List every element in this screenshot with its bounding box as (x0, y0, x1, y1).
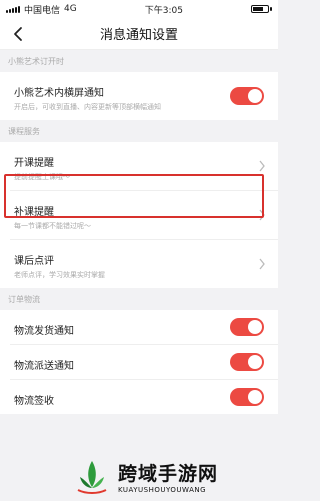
setting-row-makeup-reminder[interactable]: 补课提醒 每一节课都不能错过呢～ (0, 191, 278, 239)
watermark: 跨域手游网 KUAYUSHOUYOUWANG (72, 452, 276, 501)
clock-label: 下午3:05 (144, 5, 183, 16)
setting-desc: 每一节课都不能错过呢～ (14, 222, 91, 230)
status-left: 中国电信 4G (6, 3, 77, 16)
setting-desc: 开启后，可收到直播、内容更新等顶部横幅通知 (14, 103, 161, 111)
setting-title: 课后点评 (14, 256, 54, 267)
battery-icon (251, 5, 272, 13)
setting-desc: 提前提醒上课哦～ (14, 173, 70, 181)
setting-title: 物流发货通知 (14, 326, 74, 337)
setting-title: 开课提醒 (14, 158, 54, 169)
page-title: 消息通知设置 (99, 28, 178, 43)
setting-row-delivery[interactable]: 物流派送通知 (0, 345, 278, 379)
setting-row-class-review[interactable]: 课后点评 老师点评，学习效果实时掌握 (0, 240, 278, 288)
nav-bar: 消息通知设置 (0, 18, 278, 50)
shipping-toggle[interactable] (230, 318, 264, 336)
banner-toggle[interactable] (230, 87, 264, 105)
carrier-label: 中国电信 (24, 5, 61, 16)
setting-row-banner[interactable]: 小熊艺术内横屏通知 开启后，可收到直播、内容更新等顶部横幅通知 (0, 72, 278, 120)
setting-title: 小熊艺术内横屏通知 (14, 88, 104, 99)
chevron-right-icon (259, 258, 265, 270)
status-bar: 中国电信 4G 下午3:05 (0, 0, 278, 18)
chevron-right-icon (259, 160, 265, 172)
signed-toggle[interactable] (230, 388, 264, 406)
setting-title: 物流派送通知 (14, 361, 74, 372)
section-label-app: 小熊艺术订开时 (8, 56, 64, 66)
watermark-domain: KUAYUSHOUYOUWANG (118, 486, 207, 494)
setting-title: 补课提醒 (14, 207, 54, 218)
back-arrow-icon[interactable] (10, 25, 28, 43)
section-label-logistics: 订单物流 (8, 294, 40, 304)
watermark-logo-icon (77, 460, 107, 494)
section-card-logistics: 物流发货通知 物流派送通知 物流签收 (0, 310, 278, 414)
section-label-course: 课程服务 (8, 126, 40, 136)
setting-title: 物流签收 (14, 396, 54, 407)
setting-row-class-reminder[interactable]: 开课提醒 提前提醒上课哦～ (0, 142, 278, 190)
setting-desc: 老师点评，学习效果实时掌握 (14, 271, 105, 279)
signal-icon (6, 5, 20, 13)
chevron-right-icon (259, 209, 265, 221)
setting-row-shipping[interactable]: 物流发货通知 (0, 310, 278, 344)
delivery-toggle[interactable] (230, 353, 264, 371)
watermark-name: 跨域手游网 (118, 463, 219, 485)
network-label: 4G (64, 4, 77, 14)
watermark-text: 跨域手游网 KUAYUSHOUYOUWANG (118, 459, 218, 494)
setting-row-signed[interactable]: 物流签收 (0, 380, 278, 414)
section-card-app: 小熊艺术内横屏通知 开启后，可收到直播、内容更新等顶部横幅通知 (0, 72, 278, 120)
section-card-course: 开课提醒 提前提醒上课哦～ 补课提醒 每一节课都不能错过呢～ 课后点评 老师点评… (0, 142, 278, 288)
